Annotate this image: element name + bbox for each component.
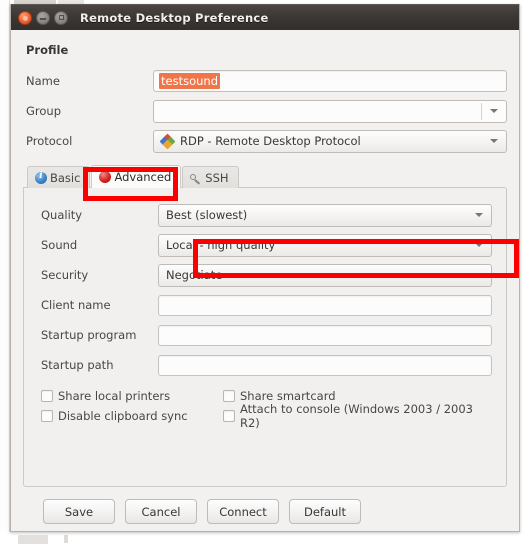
checkbox-share-local-printers[interactable]: Share local printers	[41, 389, 223, 403]
startup-program-label: Startup program	[41, 328, 137, 342]
close-icon[interactable]	[18, 10, 32, 25]
group-label: Group	[26, 104, 62, 118]
checkbox-indicator[interactable]	[41, 410, 53, 422]
security-dropdown[interactable]: Negotiate	[158, 263, 492, 287]
name-input[interactable]: testsound	[153, 70, 507, 92]
key-icon	[190, 172, 202, 184]
minimize-icon[interactable]	[36, 10, 50, 25]
tab-advanced[interactable]: Advanced	[91, 165, 182, 188]
startup-path-label: Startup path	[41, 358, 114, 372]
protocol-value: RDP - Remote Desktop Protocol	[180, 134, 361, 148]
rdp-icon	[159, 133, 176, 149]
tab-basic[interactable]: Basic	[27, 166, 91, 188]
checkbox-indicator[interactable]	[41, 390, 53, 402]
checkbox-indicator[interactable]	[223, 410, 235, 422]
cancel-button[interactable]: Cancel	[125, 499, 197, 524]
field-row-startup-path: Startup path	[38, 350, 492, 380]
remote-desktop-preference-window: Remote Desktop Preference Profile Name t…	[10, 4, 520, 532]
tab-basic-label: Basic	[50, 170, 81, 185]
field-row-group: Group	[23, 96, 507, 126]
checkbox-label: Disable clipboard sync	[58, 409, 188, 423]
checkbox-label: Share local printers	[58, 389, 171, 403]
field-row-startup-program: Startup program	[38, 320, 492, 350]
advanced-tab-panel: Quality Best (slowest) Sound Local - hig…	[23, 187, 507, 487]
checkbox-label: Attach to console (Windows 2003 / 2003 R…	[240, 402, 473, 430]
profile-heading: Profile	[26, 43, 69, 57]
tab-advanced-label: Advanced	[114, 170, 172, 184]
name-label: Name	[26, 74, 60, 88]
protocol-chevron-down-icon[interactable]	[486, 139, 502, 143]
desktop-bottom-strip	[0, 532, 529, 546]
window-titlebar[interactable]: Remote Desktop Preference	[11, 4, 519, 30]
quality-value: Best (slowest)	[166, 208, 248, 222]
group-combo-separator	[481, 102, 482, 120]
sound-chevron-down-icon[interactable]	[471, 243, 487, 247]
tab-ssh[interactable]: SSH	[182, 166, 239, 188]
startup-path-input[interactable]	[158, 354, 492, 376]
security-label: Security	[41, 268, 89, 282]
security-value: Negotiate	[166, 268, 223, 282]
quality-label: Quality	[41, 208, 83, 222]
checkbox-indicator[interactable]	[223, 390, 235, 402]
default-button[interactable]: Default	[289, 499, 361, 524]
field-row-quality: Quality Best (slowest)	[38, 200, 492, 230]
checkbox-share-smartcard[interactable]: Share smartcard	[223, 389, 336, 403]
field-row-sound: Sound Local - high quality	[38, 230, 492, 260]
connect-button[interactable]: Connect	[207, 499, 279, 524]
client-name-input[interactable]	[158, 294, 492, 316]
background-artifact-bottom-left	[18, 535, 48, 544]
maximize-icon[interactable]	[54, 10, 68, 25]
save-button[interactable]: Save	[43, 499, 115, 524]
tab-bar: Basic Advanced SSH	[27, 164, 507, 188]
sound-dropdown[interactable]: Local - high quality	[158, 233, 492, 257]
client-name-label: Client name	[41, 298, 111, 312]
group-chevron-down-icon[interactable]	[486, 109, 502, 113]
quality-dropdown[interactable]: Best (slowest)	[158, 203, 492, 227]
checkbox-disable-clipboard-sync[interactable]: Disable clipboard sync	[41, 409, 223, 423]
window-control-buttons	[18, 10, 68, 25]
sound-label: Sound	[41, 238, 78, 252]
field-row-protocol: Protocol RDP - Remote Desktop Protocol	[23, 126, 507, 156]
name-input-value: testsound	[159, 73, 220, 89]
alert-icon	[99, 171, 112, 183]
window-title: Remote Desktop Preference	[80, 10, 269, 25]
background-artifact-bottom-right	[64, 535, 68, 543]
tab-ssh-label: SSH	[205, 170, 229, 185]
window-body: Profile Name testsound Group Protocol RD…	[11, 30, 519, 531]
checkbox-row-2: Disable clipboard sync Attach to console…	[41, 402, 492, 430]
field-row-client-name: Client name	[38, 290, 492, 320]
checkbox-attach-to-console[interactable]: Attach to console (Windows 2003 / 2003 R…	[223, 402, 492, 430]
info-icon	[35, 171, 47, 184]
field-row-security: Security Negotiate	[38, 260, 492, 290]
desktop-left-strip	[0, 0, 10, 546]
checkbox-grid: Share local printers Share smartcard Dis…	[38, 386, 492, 430]
field-row-name: Name testsound	[23, 66, 507, 96]
security-chevron-down-icon[interactable]	[471, 273, 487, 277]
protocol-combobox[interactable]: RDP - Remote Desktop Protocol	[153, 129, 507, 153]
checkbox-label: Share smartcard	[240, 389, 336, 403]
group-combobox[interactable]	[153, 99, 507, 123]
dialog-button-bar: Save Cancel Connect Default	[23, 499, 507, 524]
sound-value: Local - high quality	[166, 238, 276, 252]
startup-program-input[interactable]	[158, 324, 492, 346]
quality-chevron-down-icon[interactable]	[471, 213, 487, 217]
protocol-label: Protocol	[26, 134, 73, 148]
